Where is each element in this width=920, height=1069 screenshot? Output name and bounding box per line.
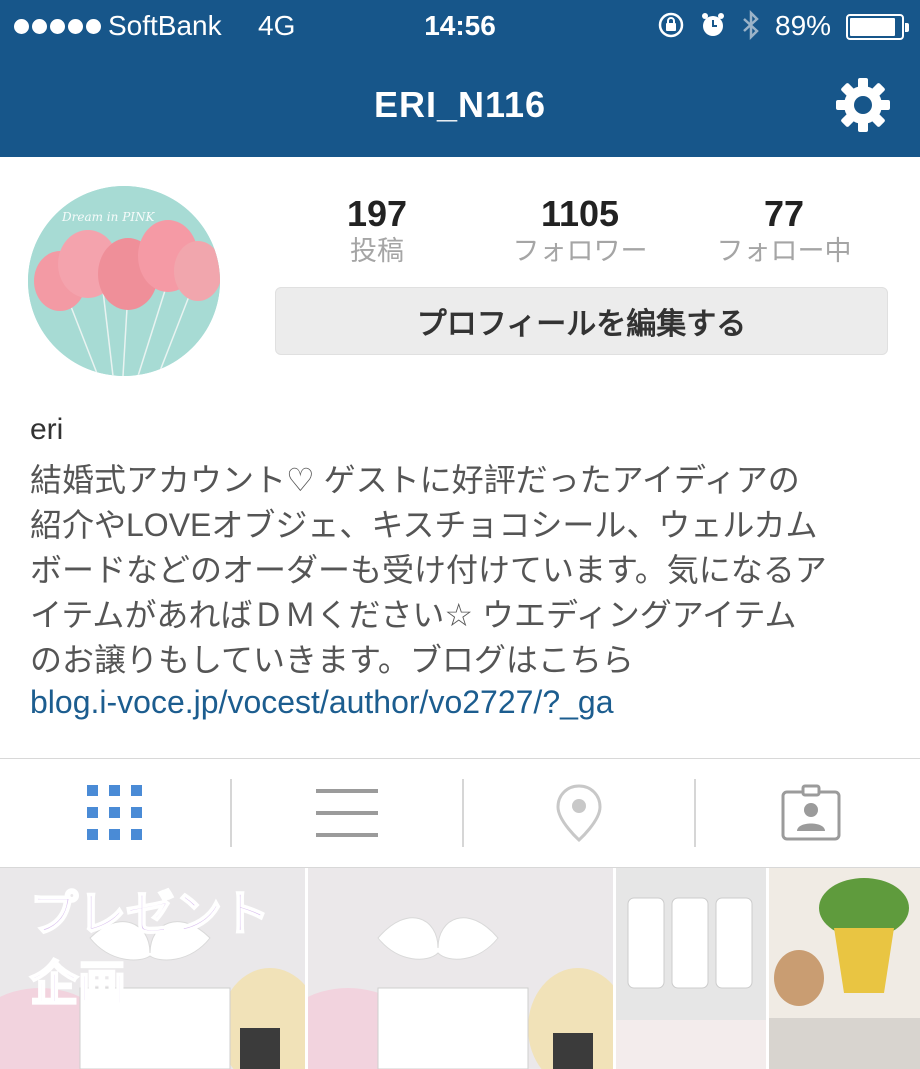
grid-icon <box>87 785 142 840</box>
bluetooth-icon <box>743 10 759 40</box>
plant-photo <box>769 868 920 1069</box>
tab-map-view[interactable] <box>464 759 694 867</box>
posts-label: 投稿 <box>350 236 404 266</box>
status-bar: SoftBank 4G 14:56 89% <box>0 0 920 52</box>
photo-thumbnail[interactable] <box>769 868 920 1069</box>
page-title: ERI_N116 <box>373 84 547 125</box>
photo-grid: プレゼント企画 <box>0 868 920 1069</box>
photo-thumbnail[interactable]: プレゼント企画 <box>0 868 305 1069</box>
following-label: フォロー中 <box>716 236 852 266</box>
bottles-photo <box>616 868 766 1069</box>
list-icon <box>316 789 378 837</box>
gear-icon[interactable] <box>834 76 892 134</box>
followers-label: フォロワー <box>512 236 648 266</box>
followers-stat[interactable]: 1105 フォロワー <box>500 194 660 268</box>
tab-tagged-view[interactable] <box>696 759 920 867</box>
profile-bio: 結婚式アカウント♡ ゲストに好評だったアイディアの 紹介やLOVEオブジェ、キス… <box>30 462 827 678</box>
followers-count: 1105 <box>540 193 620 234</box>
display-name: eri <box>30 413 64 446</box>
photo-caption: プレゼント企画 <box>29 887 271 1012</box>
photo-thumbnail[interactable] <box>308 868 613 1069</box>
profile-link[interactable]: blog.i-voce.jp/vocest/author/vo2727/?_ga <box>30 684 614 721</box>
tab-grid-view[interactable] <box>0 759 230 867</box>
posts-stat[interactable]: 197 投稿 <box>324 194 430 268</box>
battery-percent: 89% <box>775 10 832 41</box>
tab-list-view[interactable] <box>232 759 462 867</box>
photo-thumbnail[interactable] <box>616 868 766 1069</box>
tagged-person-icon <box>781 784 841 841</box>
top-bar: SoftBank 4G 14:56 89% ERI_N116 <box>0 0 920 157</box>
rotation-lock-icon <box>658 12 684 38</box>
profile-view-tabs <box>0 758 920 868</box>
location-pin-icon <box>556 784 602 843</box>
alarm-icon <box>702 13 724 36</box>
following-count: 77 <box>763 193 805 234</box>
posts-count: 197 <box>346 193 408 234</box>
battery-icon <box>846 14 909 40</box>
status-icons <box>656 10 762 40</box>
following-stat[interactable]: 77 フォロー中 <box>706 194 862 268</box>
wedding-gift-photo <box>308 868 613 1069</box>
avatar-caption: Dream in PINK <box>62 210 155 224</box>
edit-profile-button[interactable]: プロフィールを編集する <box>275 287 888 355</box>
